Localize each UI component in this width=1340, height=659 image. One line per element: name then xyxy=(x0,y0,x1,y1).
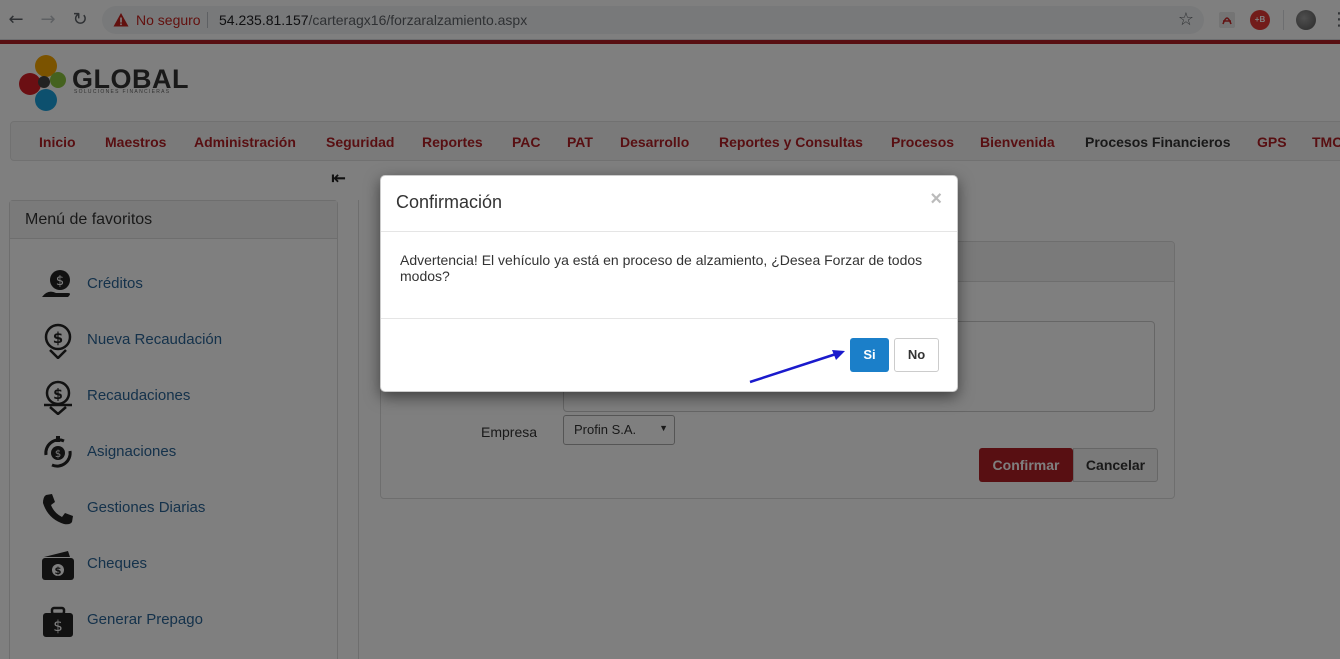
dialog-header: Confirmación × xyxy=(381,176,957,232)
confirmation-dialog: Confirmación × Advertencia! El vehículo … xyxy=(380,175,958,392)
yes-button[interactable]: Si xyxy=(850,338,889,372)
dialog-title: Confirmación xyxy=(396,192,503,212)
annotation-arrow-icon xyxy=(749,350,845,384)
no-button[interactable]: No xyxy=(894,338,939,372)
close-icon[interactable]: × xyxy=(930,188,942,211)
dialog-message: Advertencia! El vehículo ya está en proc… xyxy=(381,232,957,319)
